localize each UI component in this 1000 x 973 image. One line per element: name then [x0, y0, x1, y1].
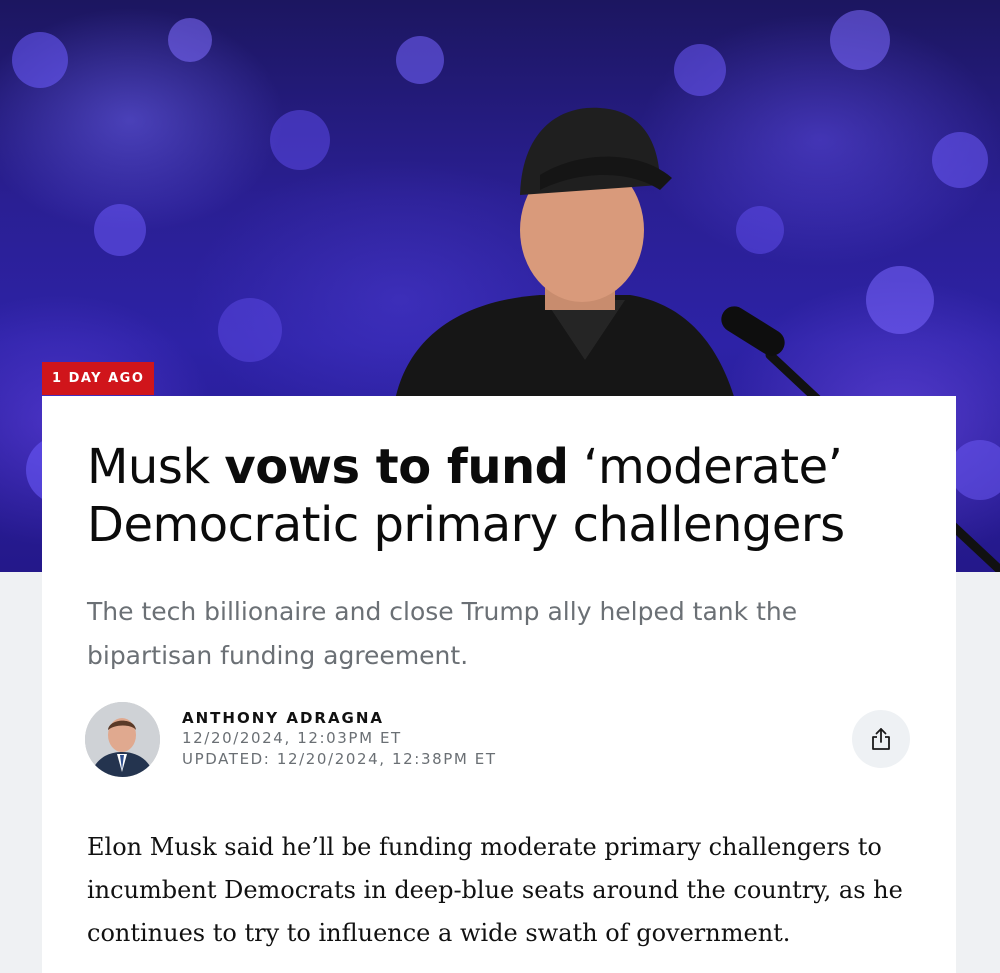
article-body-paragraph: Elon Musk said he’ll be funding moderate… — [87, 833, 903, 947]
article-headline: Musk vows to fund ‘moderate’ Democratic … — [87, 438, 927, 554]
time-ago-badge: 1 DAY AGO — [42, 362, 155, 395]
byline: ANTHONY ADRAGNA 12/20/2024, 12:03PM ET U… — [182, 708, 497, 770]
headline-lead: Musk — [87, 439, 225, 495]
published-date: 12/20/2024, 12:03PM ET — [182, 729, 402, 747]
share-button[interactable] — [852, 710, 910, 768]
article-dek: The tech billionaire and close Trump all… — [87, 597, 798, 670]
author-name[interactable]: ANTHONY ADRAGNA — [182, 708, 497, 728]
share-icon — [872, 728, 890, 750]
article-card: Musk vows to fund ‘moderate’ Democratic … — [42, 396, 956, 973]
headline-emphasis: vows to fund — [224, 439, 569, 495]
updated-date: UPDATED: 12/20/2024, 12:38PM ET — [182, 750, 497, 768]
author-photo — [85, 702, 160, 777]
author-avatar[interactable] — [85, 702, 160, 777]
